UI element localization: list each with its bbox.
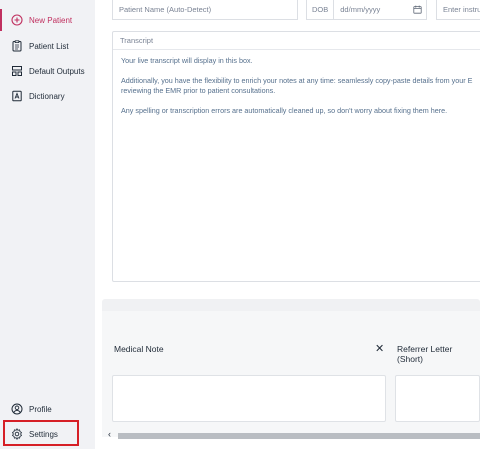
transcript-line: Additionally, you have the flexibility t… — [121, 75, 473, 85]
dob-input[interactable]: dd/mm/yyyy — [334, 5, 408, 14]
calendar-icon[interactable] — [408, 5, 426, 14]
dob-field[interactable]: DOB dd/mm/yyyy — [306, 0, 427, 20]
horizontal-scrollbar[interactable]: ‹ — [108, 429, 480, 442]
user-circle-icon — [10, 403, 23, 416]
instructions-field[interactable]: Enter instru — [436, 0, 480, 20]
transcript-line: Your live transcript will display in thi… — [121, 56, 253, 65]
sidebar-item-label: Default Outputs — [29, 66, 85, 76]
medical-note-box[interactable] — [112, 375, 386, 422]
sidebar-item-label: Profile — [29, 404, 52, 414]
settings-highlight — [3, 420, 79, 446]
sidebar-item-label: New Patient — [29, 15, 73, 25]
scroll-left-icon[interactable]: ‹ — [108, 429, 111, 439]
sidebar-item-label: Patient List — [29, 41, 69, 51]
scroll-thumb[interactable] — [118, 433, 480, 439]
outputs-panel: Medical Note ✕ Referrer Letter (Short) ‹ — [102, 299, 480, 439]
main-panel: Patient Name (Auto-Detect) DOB dd/mm/yyy… — [95, 0, 480, 449]
sidebar-item-dictionary[interactable]: Dictionary — [0, 85, 95, 107]
layout-icon — [10, 65, 23, 78]
sidebar-item-new-patient[interactable]: New Patient — [0, 9, 95, 31]
sidebar-item-default-outputs[interactable]: Default Outputs — [0, 60, 95, 82]
book-icon — [10, 90, 23, 103]
dob-label: DOB — [307, 0, 335, 19]
plus-circle-icon — [10, 14, 23, 27]
close-icon[interactable]: ✕ — [375, 342, 384, 355]
referrer-letter-title: Referrer Letter (Short) — [397, 344, 453, 364]
medical-note-title: Medical Note — [114, 344, 164, 354]
sidebar-item-patient-list[interactable]: Patient List — [0, 35, 95, 57]
transcript-box[interactable]: Transcript Your live transcript will dis… — [112, 31, 480, 282]
sidebar: New Patient Patient List Default Outputs… — [0, 0, 96, 449]
patient-name-field[interactable]: Patient Name (Auto-Detect) — [112, 0, 298, 20]
clipboard-icon — [10, 40, 23, 53]
transcript-line: Any spelling or transcription errors are… — [121, 105, 448, 115]
transcript-line: reviewing the EMR prior to patient consu… — [121, 86, 276, 95]
instructions-placeholder: Enter instru — [443, 5, 480, 14]
outputs-area: Medical Note ✕ Referrer Letter (Short) ‹ — [102, 311, 480, 439]
patient-name-placeholder: Patient Name (Auto-Detect) — [119, 5, 212, 14]
referrer-letter-box[interactable] — [395, 375, 480, 422]
sidebar-item-profile[interactable]: Profile — [0, 398, 95, 420]
transcript-label: Transcript — [120, 36, 154, 45]
sidebar-item-label: Dictionary — [29, 91, 65, 101]
